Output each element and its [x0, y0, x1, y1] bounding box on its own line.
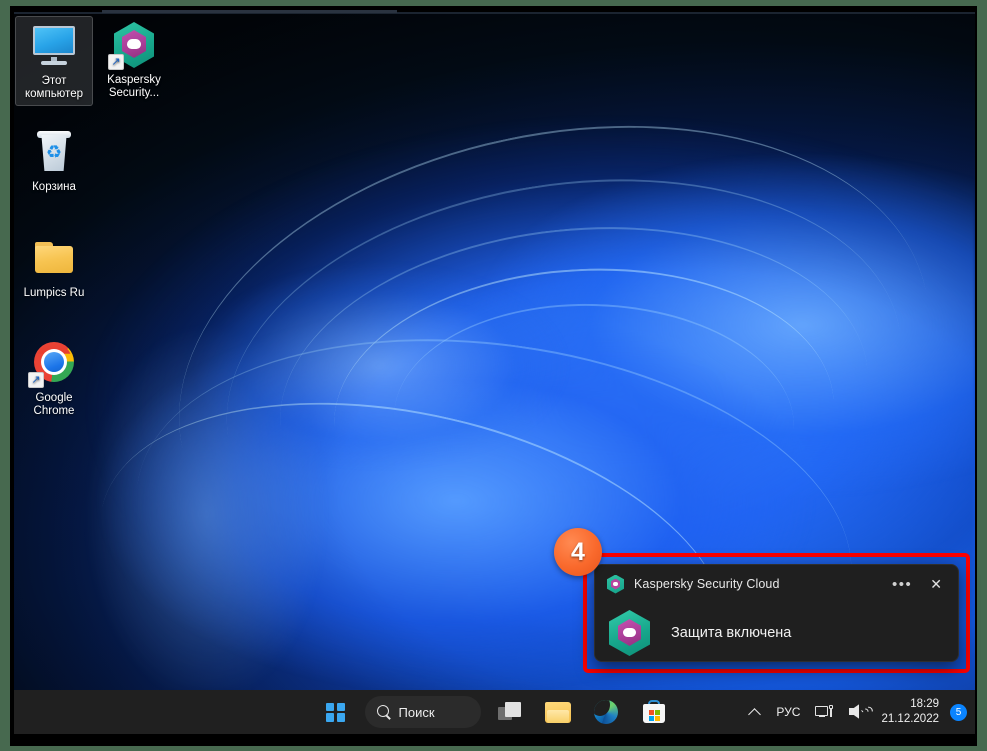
shortcut-overlay-icon: ↗ — [108, 54, 124, 70]
task-view-button[interactable] — [491, 693, 529, 731]
screenshot-frame: Этот компьютер ↗ Kaspersky Security... ♻… — [0, 0, 987, 751]
this-pc-icon — [30, 22, 78, 70]
notification-toast-region[interactable]: Kaspersky Security Cloud ••• ✕ Защита вк… — [583, 553, 970, 673]
kaspersky-shield-icon-large — [609, 610, 650, 656]
notification-body[interactable]: Защита включена — [595, 603, 958, 663]
clock-date: 21.12.2022 — [881, 713, 939, 725]
clock-button[interactable]: 18:29 21.12.2022 — [877, 697, 945, 727]
desktop-top-edge-highlight — [102, 10, 397, 13]
shortcut-overlay-icon: ↗ — [28, 372, 44, 388]
desktop-icon-recycle-bin[interactable]: ♻ Корзина — [15, 128, 93, 194]
file-explorer-button[interactable] — [539, 693, 577, 731]
desktop-icon-google-chrome[interactable]: ↗ Google Chrome — [15, 339, 93, 418]
desktop-icon-label: Этот компьютер — [25, 75, 83, 100]
task-view-icon — [497, 702, 522, 722]
windows-logo-icon — [326, 702, 345, 722]
kaspersky-shield-icon — [607, 574, 624, 594]
network-button[interactable] — [808, 699, 840, 726]
screen-bottom-edge — [14, 734, 975, 746]
notification-toast[interactable]: Kaspersky Security Cloud ••• ✕ Защита вк… — [594, 564, 959, 662]
notification-count-badge[interactable]: 5 — [950, 703, 967, 721]
store-icon — [642, 700, 666, 724]
close-icon[interactable]: ✕ — [922, 573, 950, 595]
notification-app-name: Kaspersky Security Cloud — [634, 577, 780, 591]
folder-icon — [30, 234, 78, 282]
chevron-up-icon — [749, 706, 761, 718]
search-box[interactable]: Поиск — [364, 696, 481, 728]
language-indicator[interactable]: РУС — [770, 699, 806, 725]
network-icon — [815, 704, 834, 720]
volume-icon — [849, 703, 876, 721]
desktop-icon-label: Google Chrome — [33, 392, 75, 417]
folder-icon — [544, 701, 571, 723]
notification-message: Защита включена — [671, 625, 792, 641]
desktop-icon-this-pc[interactable]: Этот компьютер — [15, 16, 93, 106]
microsoft-edge-button[interactable] — [587, 693, 625, 731]
recycle-bin-icon: ♻ — [30, 128, 78, 176]
desktop-icon-folder-lumpics[interactable]: Lumpics Ru — [15, 234, 93, 300]
desktop-icon-label: Lumpics Ru — [23, 287, 85, 299]
notification-header: Kaspersky Security Cloud ••• ✕ — [595, 565, 958, 603]
desktop-icon-label: Корзина — [32, 181, 76, 193]
google-chrome-icon: ↗ — [28, 339, 78, 388]
search-icon — [376, 705, 391, 719]
kaspersky-security-cloud-icon: ↗ — [108, 21, 158, 70]
step-badge: 4 — [554, 528, 602, 576]
notification-more-button[interactable]: ••• — [886, 573, 918, 596]
taskbar[interactable]: Поиск РУС 18:29 21.12.2022 5 — [14, 690, 975, 734]
desktop-icon-kaspersky[interactable]: ↗ Kaspersky Security... — [95, 21, 173, 100]
clock-time: 18:29 — [910, 698, 939, 710]
show-hidden-icons-button[interactable] — [742, 700, 768, 724]
search-placeholder: Поиск — [398, 704, 435, 720]
volume-button[interactable] — [842, 698, 876, 726]
edge-icon — [593, 700, 618, 724]
start-button[interactable] — [317, 693, 355, 731]
system-tray: РУС 18:29 21.12.2022 5 — [742, 690, 967, 734]
microsoft-store-button[interactable] — [635, 693, 673, 731]
desktop-icon-label: Kaspersky Security... — [107, 74, 161, 99]
